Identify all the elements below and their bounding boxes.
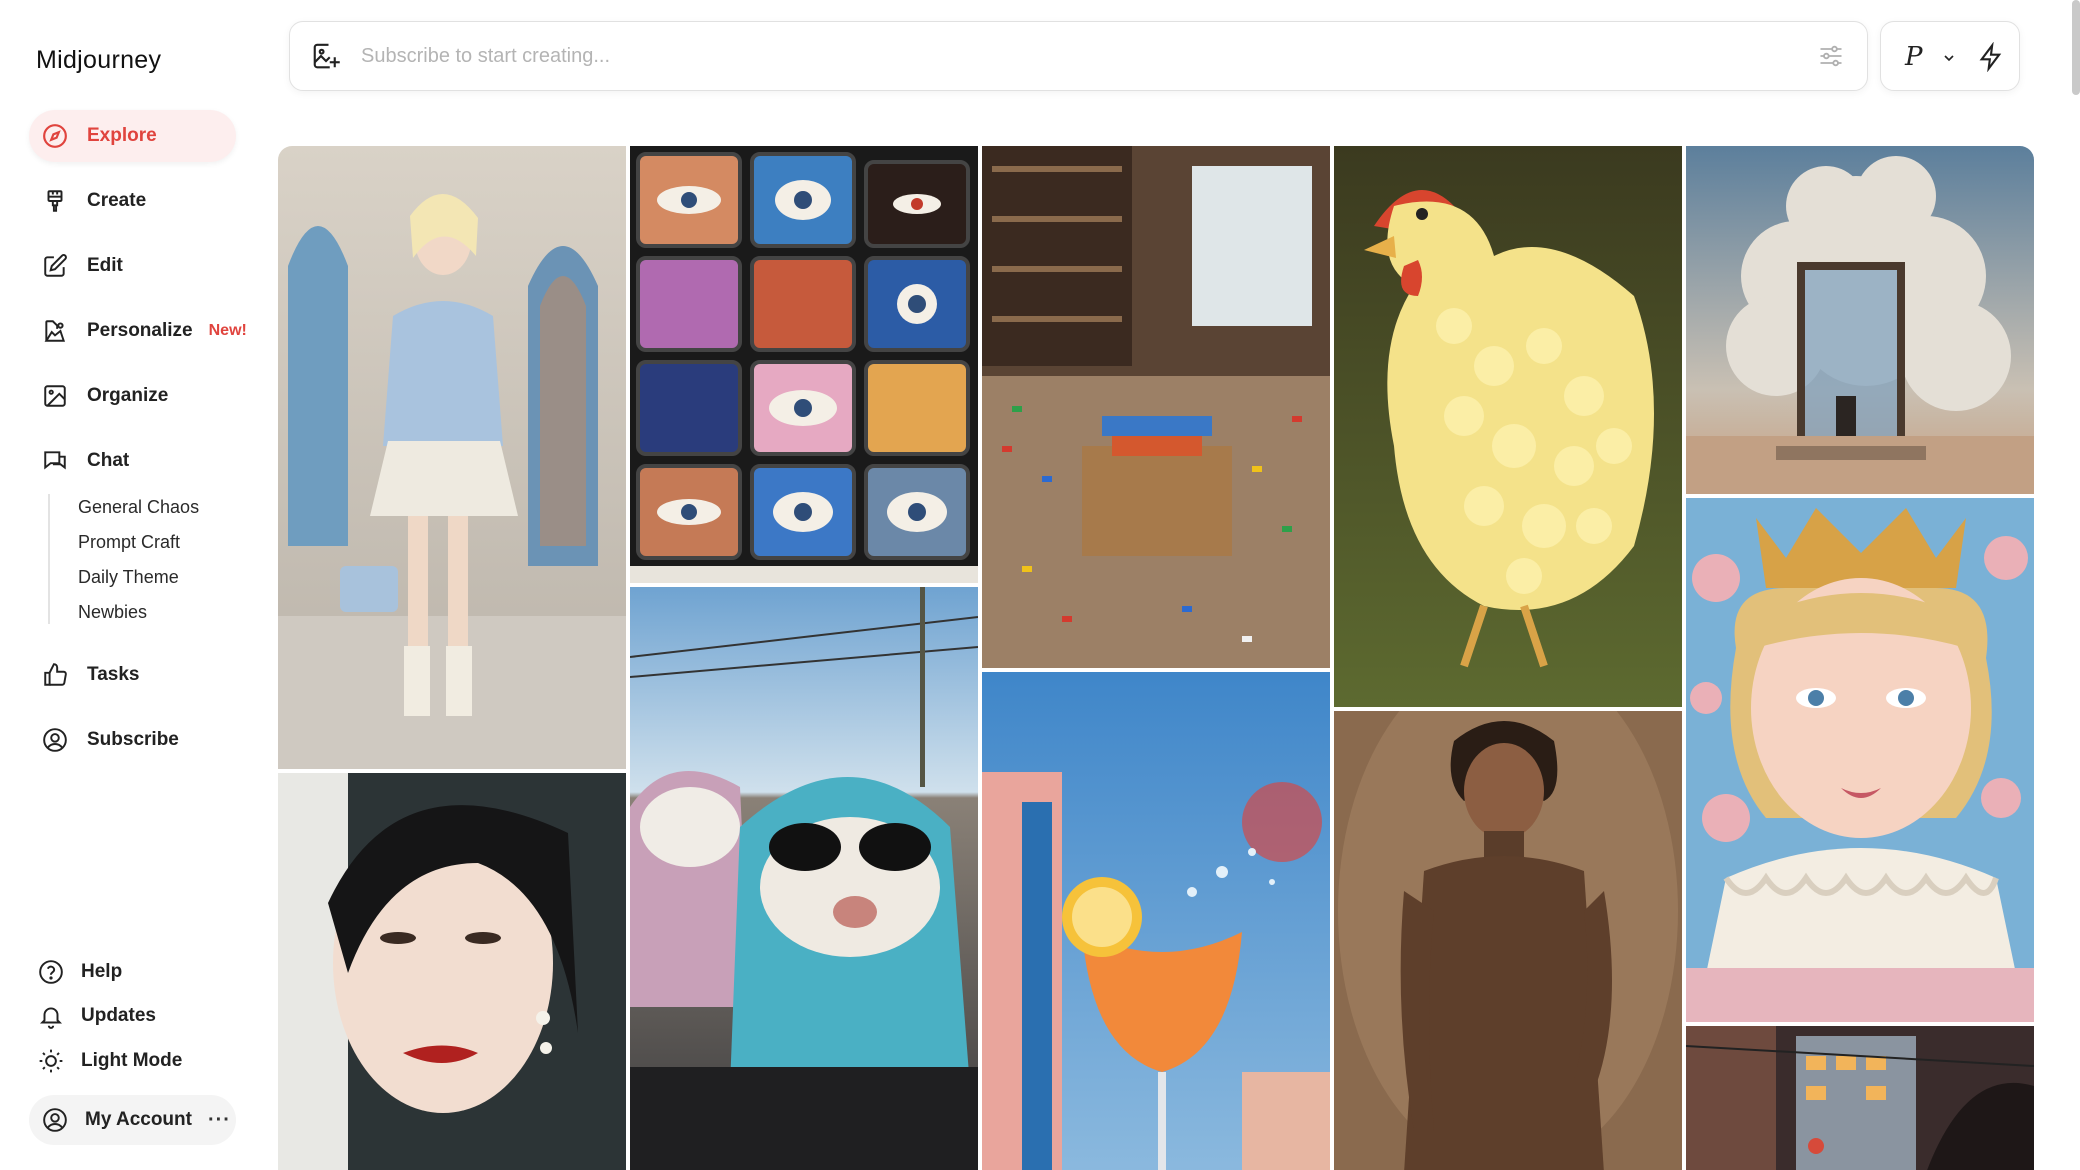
gallery-item-orange-cocktail[interactable] bbox=[982, 672, 1330, 1170]
app-logo[interactable]: Midjourney bbox=[36, 46, 161, 75]
gallery-item-retro-tv-eyes[interactable] bbox=[630, 146, 978, 583]
prompt-input[interactable] bbox=[361, 44, 1741, 68]
gallery-item-cathedral-girl[interactable] bbox=[278, 146, 626, 769]
prompt-bar bbox=[289, 21, 1868, 91]
gallery-item-crowned-girl-illustration[interactable] bbox=[1686, 498, 2034, 1022]
help-icon bbox=[37, 958, 65, 986]
nav-subscribe-label: Subscribe bbox=[87, 729, 179, 750]
user-circle-icon bbox=[41, 726, 69, 754]
channel-daily-theme[interactable]: Daily Theme bbox=[78, 564, 199, 599]
nav-personalize-label: Personalize bbox=[87, 320, 193, 341]
channel-prompt-craft[interactable]: Prompt Craft bbox=[78, 529, 199, 564]
nav-create-label: Create bbox=[87, 190, 147, 211]
my-account-label: My Account bbox=[85, 1109, 192, 1130]
light-mode-toggle[interactable]: Light Mode bbox=[37, 1045, 182, 1077]
nav-chat[interactable]: Chat bbox=[29, 435, 236, 487]
sidebar: Midjourney Explore Create Edit Personali… bbox=[0, 0, 268, 1170]
image-icon bbox=[41, 382, 69, 410]
more-options-icon[interactable]: ··· bbox=[208, 1109, 231, 1132]
chat-icon bbox=[41, 447, 69, 475]
sun-icon bbox=[37, 1047, 65, 1075]
nav-explore[interactable]: Explore bbox=[29, 110, 236, 162]
gallery-item-ferrets-sunglasses[interactable] bbox=[630, 587, 978, 1170]
gallery-item-city-street-dusk[interactable] bbox=[1686, 1026, 2034, 1170]
nav-edit-label: Edit bbox=[87, 255, 123, 276]
edit-icon bbox=[41, 252, 69, 280]
updates-label: Updates bbox=[81, 1005, 156, 1026]
gallery-item-popcorn-chicken[interactable] bbox=[1334, 146, 1682, 707]
nav-organize-label: Organize bbox=[87, 385, 169, 406]
nav-explore-label: Explore bbox=[87, 125, 157, 146]
nav-create[interactable]: Create bbox=[29, 175, 236, 227]
nav-tasks-label: Tasks bbox=[87, 664, 140, 685]
light-mode-label: Light Mode bbox=[81, 1050, 183, 1071]
channel-newbies[interactable]: Newbies bbox=[78, 599, 199, 634]
mode-selector: P bbox=[1880, 21, 2020, 91]
channel-general-chaos[interactable]: General Chaos bbox=[78, 494, 199, 529]
personalize-icon bbox=[41, 317, 69, 345]
nav-organize[interactable]: Organize bbox=[29, 370, 236, 422]
updates-link[interactable]: Updates bbox=[37, 1000, 156, 1032]
nav-edit[interactable]: Edit bbox=[29, 240, 236, 292]
chat-channel-list: General Chaos Prompt Craft Daily Theme N… bbox=[48, 494, 199, 624]
sliders-icon[interactable] bbox=[1817, 42, 1845, 70]
chevron-down-icon[interactable] bbox=[1941, 50, 1957, 66]
thumbs-up-icon bbox=[41, 661, 69, 689]
bolt-icon[interactable] bbox=[1977, 41, 2005, 73]
compass-icon bbox=[41, 122, 69, 150]
gallery-item-red-lips-portrait[interactable] bbox=[278, 773, 626, 1170]
help-link[interactable]: Help bbox=[37, 956, 122, 988]
my-account-button[interactable]: My Account ··· bbox=[29, 1095, 236, 1145]
scrollbar[interactable] bbox=[2072, 0, 2080, 95]
gallery-item-brown-turtleneck-woman[interactable] bbox=[1334, 711, 1682, 1170]
nav-personalize[interactable]: Personalize New! bbox=[29, 305, 247, 357]
image-add-icon[interactable] bbox=[311, 41, 341, 71]
new-badge: New! bbox=[208, 322, 247, 339]
gallery-item-cloud-door[interactable] bbox=[1686, 146, 2034, 494]
nav-tasks[interactable]: Tasks bbox=[29, 649, 236, 701]
gallery-item-lego-room[interactable] bbox=[982, 146, 1330, 668]
nav-subscribe[interactable]: Subscribe bbox=[29, 714, 236, 766]
bell-icon bbox=[37, 1002, 65, 1030]
explore-gallery bbox=[278, 146, 2034, 1170]
help-label: Help bbox=[81, 961, 123, 982]
user-circle-icon bbox=[41, 1106, 69, 1134]
nav-chat-label: Chat bbox=[87, 450, 130, 471]
profile-mode-button[interactable]: P bbox=[1905, 42, 1923, 72]
brush-icon bbox=[41, 187, 69, 215]
